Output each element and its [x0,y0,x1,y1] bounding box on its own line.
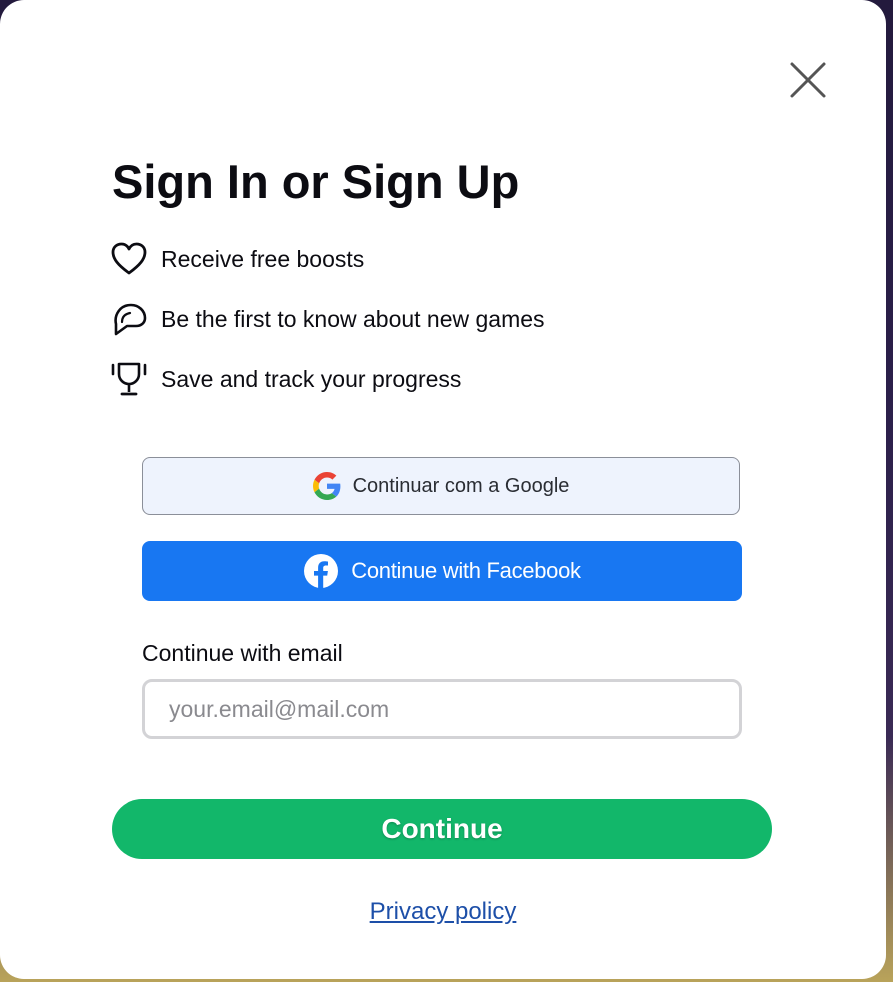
benefit-free-boosts: Receive free boosts [110,239,364,279]
privacy-policy-container: Privacy policy [0,898,886,926]
trophy-icon [110,359,150,399]
benefit-text: Receive free boosts [161,245,365,272]
benefit-text: Be the first to know about new games [161,305,545,332]
google-sign-in-button[interactable]: Continuar com a Google [142,457,740,515]
facebook-sign-in-button[interactable]: Continue with Facebook [142,541,742,601]
continue-button-label: Continue [381,813,503,844]
heart-icon [110,239,150,279]
close-icon [790,62,826,98]
privacy-policy-link[interactable]: Privacy policy [370,898,517,925]
chat-bubble-icon [110,299,150,339]
email-section-label: Continue with email [142,640,343,666]
benefit-new-games: Be the first to know about new games [110,299,545,339]
benefit-track-progress: Save and track your progress [110,359,461,399]
email-input[interactable] [142,679,742,739]
close-button[interactable] [786,58,830,102]
modal-title: Sign In or Sign Up [112,155,520,208]
facebook-button-label: Continue with Facebook [351,558,581,583]
google-button-label: Continuar com a Google [352,474,570,497]
benefit-text: Save and track your progress [161,365,462,392]
continue-button[interactable]: Continue [112,799,772,859]
facebook-logo-icon [304,554,339,588]
sign-in-modal: Sign In or Sign Up Receive free boosts B… [0,0,886,979]
google-logo-icon [312,472,340,500]
